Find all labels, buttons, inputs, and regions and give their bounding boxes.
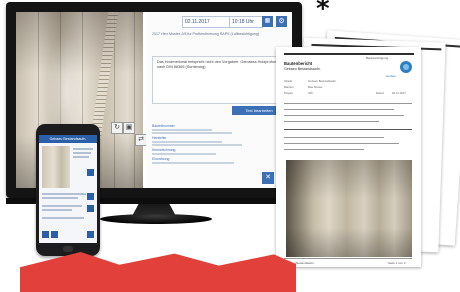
doc-row-value: 02.11.2017: [392, 91, 406, 95]
phone-edit-icon[interactable]: [87, 169, 94, 176]
doc-photo: [286, 160, 412, 257]
doc-header-right: Baubesichtigung: [366, 56, 389, 60]
detail-pane: 02.11.2017 10:18 Uhr ▦ ⚙ 2017 Herr Muste…: [146, 12, 292, 188]
phone-next-icon[interactable]: [87, 231, 94, 238]
doc-row-label: Objekt: [284, 79, 293, 83]
crop-icon[interactable]: ▣: [123, 122, 135, 134]
smartphone: Gebaeu Bestandsaufn.: [36, 124, 100, 256]
doc-row-label: Projekt: [284, 91, 293, 95]
date-field[interactable]: 02.11.2017: [182, 16, 230, 28]
doc-subtitle: Gebaeu Bestandsaufn.: [284, 67, 321, 71]
doc-row-value: Max Muster: [308, 85, 323, 89]
phone-screen: Gebaeu Bestandsaufn.: [39, 135, 97, 243]
logo-text: ausbau: [386, 74, 396, 78]
phone-camera-icon[interactable]: [42, 231, 49, 238]
doc-row-value: 345: [308, 91, 313, 95]
rotate-icon[interactable]: ↻: [111, 122, 123, 134]
phone-title: Gebaeu Bestandsaufn.: [39, 135, 97, 143]
company-logo: [400, 61, 412, 73]
section-label: Bauteilnummer: [152, 124, 175, 128]
red-banner: [20, 252, 296, 292]
calendar-icon[interactable]: ▦: [262, 16, 273, 27]
time-field[interactable]: 10:18 Uhr: [229, 16, 263, 28]
note-text: Das Holzmerkmal entspricht nicht den Vor…: [157, 60, 279, 69]
note-textarea[interactable]: Das Holzmerkmal entspricht nicht den Vor…: [152, 56, 288, 104]
phone-photo[interactable]: [42, 146, 70, 188]
phone-action-icon[interactable]: [87, 205, 94, 212]
doc-row-label: Datum: [376, 91, 385, 95]
document-page-1: Baubesichtigung Bautenbericht Gebaeu Bes…: [276, 47, 421, 267]
section-label: Kennzeichnung: [152, 148, 176, 152]
phone-action-icon[interactable]: [87, 193, 94, 200]
section-label: Hersteller: [152, 136, 167, 140]
doc-row-label: Bauherr: [284, 85, 294, 89]
asterisk-mark: *: [316, 0, 330, 24]
close-icon[interactable]: ✕: [262, 172, 274, 184]
monitor-base: [100, 214, 212, 224]
section-label: Einordnung: [152, 157, 170, 161]
gear-icon[interactable]: ⚙: [276, 16, 287, 27]
home-button[interactable]: [63, 246, 73, 252]
doc-title: Bautenbericht: [284, 61, 313, 66]
phone-list-icon[interactable]: [51, 231, 58, 238]
doc-footer-right: Seite 1 von 3: [388, 261, 406, 265]
meta-text: 2017 Herr Muster, AS fur Prufbestimmung …: [152, 32, 260, 36]
doc-row-value: Gebaeu Bestandsaufn.: [308, 79, 337, 83]
